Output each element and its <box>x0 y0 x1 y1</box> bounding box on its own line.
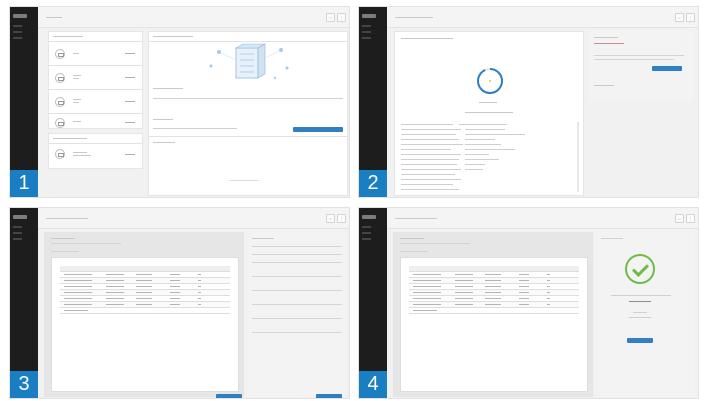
progress-panel <box>394 31 584 196</box>
back-button[interactable] <box>216 394 242 398</box>
inventory-panel <box>393 232 593 397</box>
app-logo <box>13 215 27 219</box>
progress-ring-icon <box>477 68 503 94</box>
component-table <box>400 257 588 392</box>
settings-icon[interactable]: ⋮ <box>337 13 346 22</box>
app-sidebar <box>359 208 387 398</box>
user-icon[interactable]: ○ <box>326 13 335 22</box>
finish-button[interactable] <box>627 338 653 343</box>
app-sidebar <box>10 208 38 398</box>
update-button[interactable] <box>293 127 343 132</box>
next-button[interactable] <box>316 394 342 398</box>
app-sidebar <box>359 7 387 197</box>
sidebar-nav-item[interactable] <box>362 232 371 234</box>
sidebar-nav-item[interactable] <box>13 37 22 39</box>
app-sidebar <box>10 7 38 197</box>
sidebar-nav-item[interactable] <box>13 25 22 27</box>
app-logo <box>13 14 27 18</box>
sidebar-nav-item[interactable] <box>13 238 22 240</box>
side-info-panel <box>590 31 694 101</box>
component-table <box>51 257 239 392</box>
app-topbar: ○ ⋮ <box>38 7 349 28</box>
log-scrollbar[interactable] <box>577 122 579 192</box>
app-topbar: ○ ⋮ <box>38 208 349 229</box>
sidebar-nav-item[interactable] <box>13 232 22 234</box>
step-number-badge: 4 <box>359 371 387 398</box>
page-title <box>395 218 437 219</box>
user-icon[interactable]: ○ <box>326 214 335 223</box>
options-panel <box>248 232 346 397</box>
sidebar-nav-item[interactable] <box>362 37 371 39</box>
step-4-screenshot: ○ ⋮ 4 <box>358 207 699 399</box>
detail-panel <box>148 31 348 196</box>
settings-icon[interactable]: ⋮ <box>337 214 346 223</box>
server-icon <box>55 118 65 128</box>
settings-icon[interactable]: ⋮ <box>686 214 695 223</box>
card-heading <box>53 36 83 37</box>
settings-icon[interactable]: ⋮ <box>686 13 695 22</box>
step-3-screenshot: ○ ⋮ 3 <box>9 207 350 399</box>
component-list-card <box>48 133 143 169</box>
server-icon <box>55 73 65 83</box>
sidebar-nav-item[interactable] <box>362 31 371 33</box>
step-number-badge: 2 <box>359 170 387 197</box>
page-title <box>46 17 62 18</box>
table-row[interactable] <box>409 308 579 314</box>
action-button[interactable] <box>652 66 682 71</box>
sidebar-nav-item[interactable] <box>13 31 22 33</box>
server-icon <box>55 149 65 159</box>
inventory-panel <box>44 232 244 397</box>
server-icon <box>55 97 65 107</box>
step-number-badge: 3 <box>10 371 38 398</box>
step-2-screenshot: ○ ⋮ 2 <box>358 6 699 198</box>
user-icon[interactable]: ○ <box>675 13 684 22</box>
server-illustration <box>209 43 289 80</box>
component-list-card <box>48 31 143 129</box>
table-row[interactable] <box>60 308 230 314</box>
app-topbar: ○ ⋮ <box>387 7 698 28</box>
page-title <box>46 218 88 219</box>
sidebar-nav-item[interactable] <box>362 226 371 228</box>
sidebar-nav-item[interactable] <box>362 238 371 240</box>
sidebar-nav-item[interactable] <box>13 226 22 228</box>
page-title <box>395 17 433 18</box>
sidebar-nav-item[interactable] <box>362 25 371 27</box>
app-logo <box>362 14 376 18</box>
server-icon <box>55 49 65 59</box>
step-1-screenshot: ○ ⋮ 1 <box>9 6 350 198</box>
app-logo <box>362 215 376 219</box>
checkmark-icon <box>625 254 655 284</box>
completion-panel <box>597 232 695 397</box>
step-number-badge: 1 <box>10 170 38 197</box>
user-icon[interactable]: ○ <box>675 214 684 223</box>
app-topbar: ○ ⋮ <box>387 208 698 229</box>
